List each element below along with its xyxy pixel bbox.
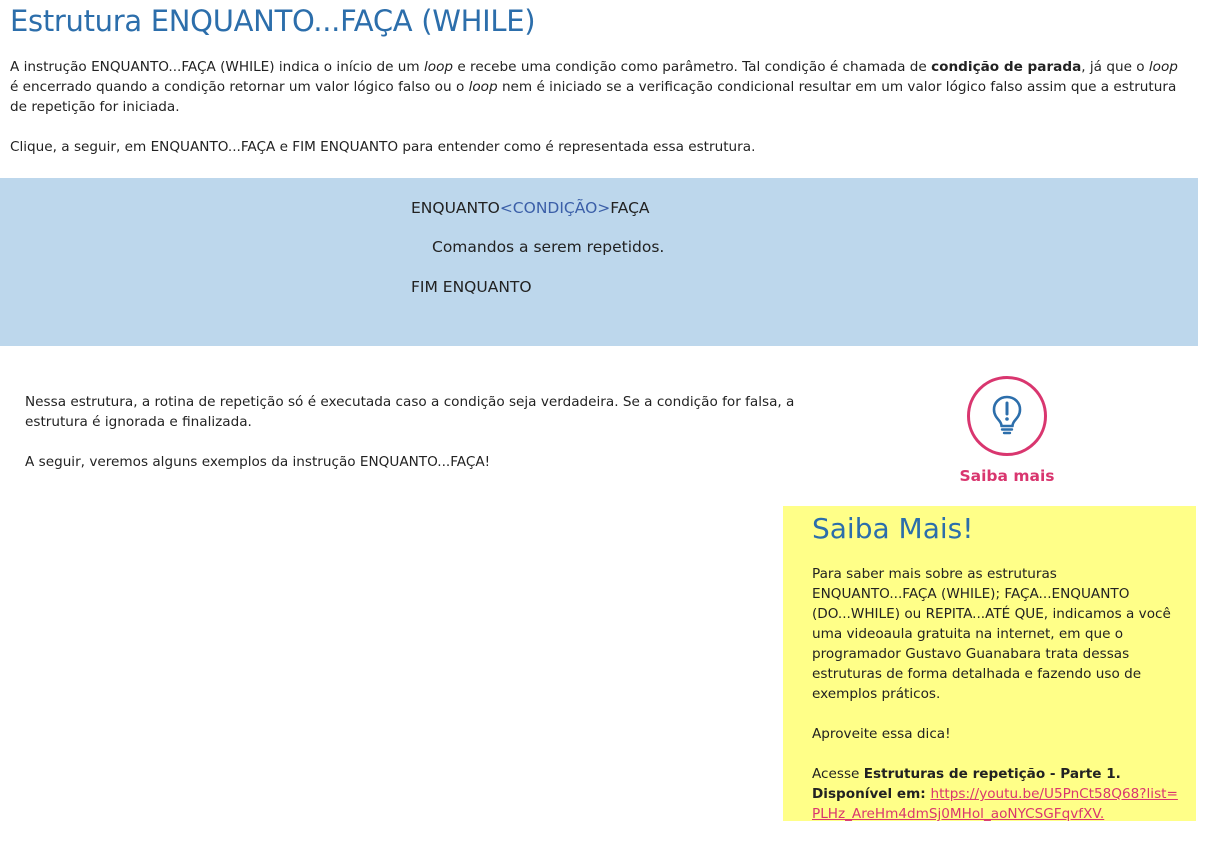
intro-text-part: e recebe uma condição como parâmetro. Ta… [453,59,932,75]
page-title: Estrutura ENQUANTO...FAÇA (WHILE) [10,4,536,38]
intro-text-part: é encerrado quando a condição retornar u… [10,79,469,95]
enquanto-keyword: ENQUANTO [411,199,500,217]
saiba-mais-label: Saiba mais [959,467,1055,485]
tip-circle [967,376,1047,456]
condition-placeholder: <CONDIÇÃO> [499,199,611,217]
structure-code-box: ENQUANTO<CONDIÇÃO>FAÇA Comandos a serem … [0,178,1198,346]
intro-instruction: Clique, a seguir, em ENQUANTO...FAÇA e F… [10,139,756,155]
intro-text: A instrução ENQUANTO...FAÇA (WHILE) indi… [10,57,1190,177]
body-paragraph: A seguir, veremos alguns exemplos da ins… [25,454,491,470]
body-text: Nessa estrutura, a rotina de repetição s… [25,392,845,492]
body-paragraph: Nessa estrutura, a rotina de repetição s… [25,394,795,430]
intro-text-part: , já que o [1081,59,1149,75]
saiba-mais-text: Para saber mais sobre as estruturas ENQU… [812,564,1178,844]
saiba-reference: Acesse Estruturas de repetição - Parte 1… [812,764,1178,824]
commands-line: Comandos a serem repetidos. [432,238,665,256]
reference-text: Acesse [812,766,864,782]
stop-condition-term: condição de parada [931,59,1082,75]
intro-paragraph: A instrução ENQUANTO...FAÇA (WHILE) indi… [10,57,1190,117]
fim-enquanto-line[interactable]: FIM ENQUANTO [411,278,532,296]
enquanto-faca-line[interactable]: ENQUANTO<CONDIÇÃO>FAÇA [411,199,650,217]
loop-term: loop [1148,59,1178,75]
intro-text-part: A instrução ENQUANTO...FAÇA (WHILE) indi… [10,59,424,75]
saiba-paragraph: Para saber mais sobre as estruturas ENQU… [812,566,1171,702]
loop-term: loop [468,79,498,95]
saiba-paragraph: Aproveite essa dica! [812,726,951,742]
saiba-mais-title: Saiba Mais! [812,512,974,545]
saiba-mais-panel: Saiba Mais! Para saber mais sobre as est… [783,506,1196,822]
lightbulb-icon [992,395,1022,435]
loop-term: loop [423,59,454,75]
faca-keyword: FAÇA [610,199,650,217]
saiba-mais-button[interactable]: Saiba mais [955,376,1059,491]
